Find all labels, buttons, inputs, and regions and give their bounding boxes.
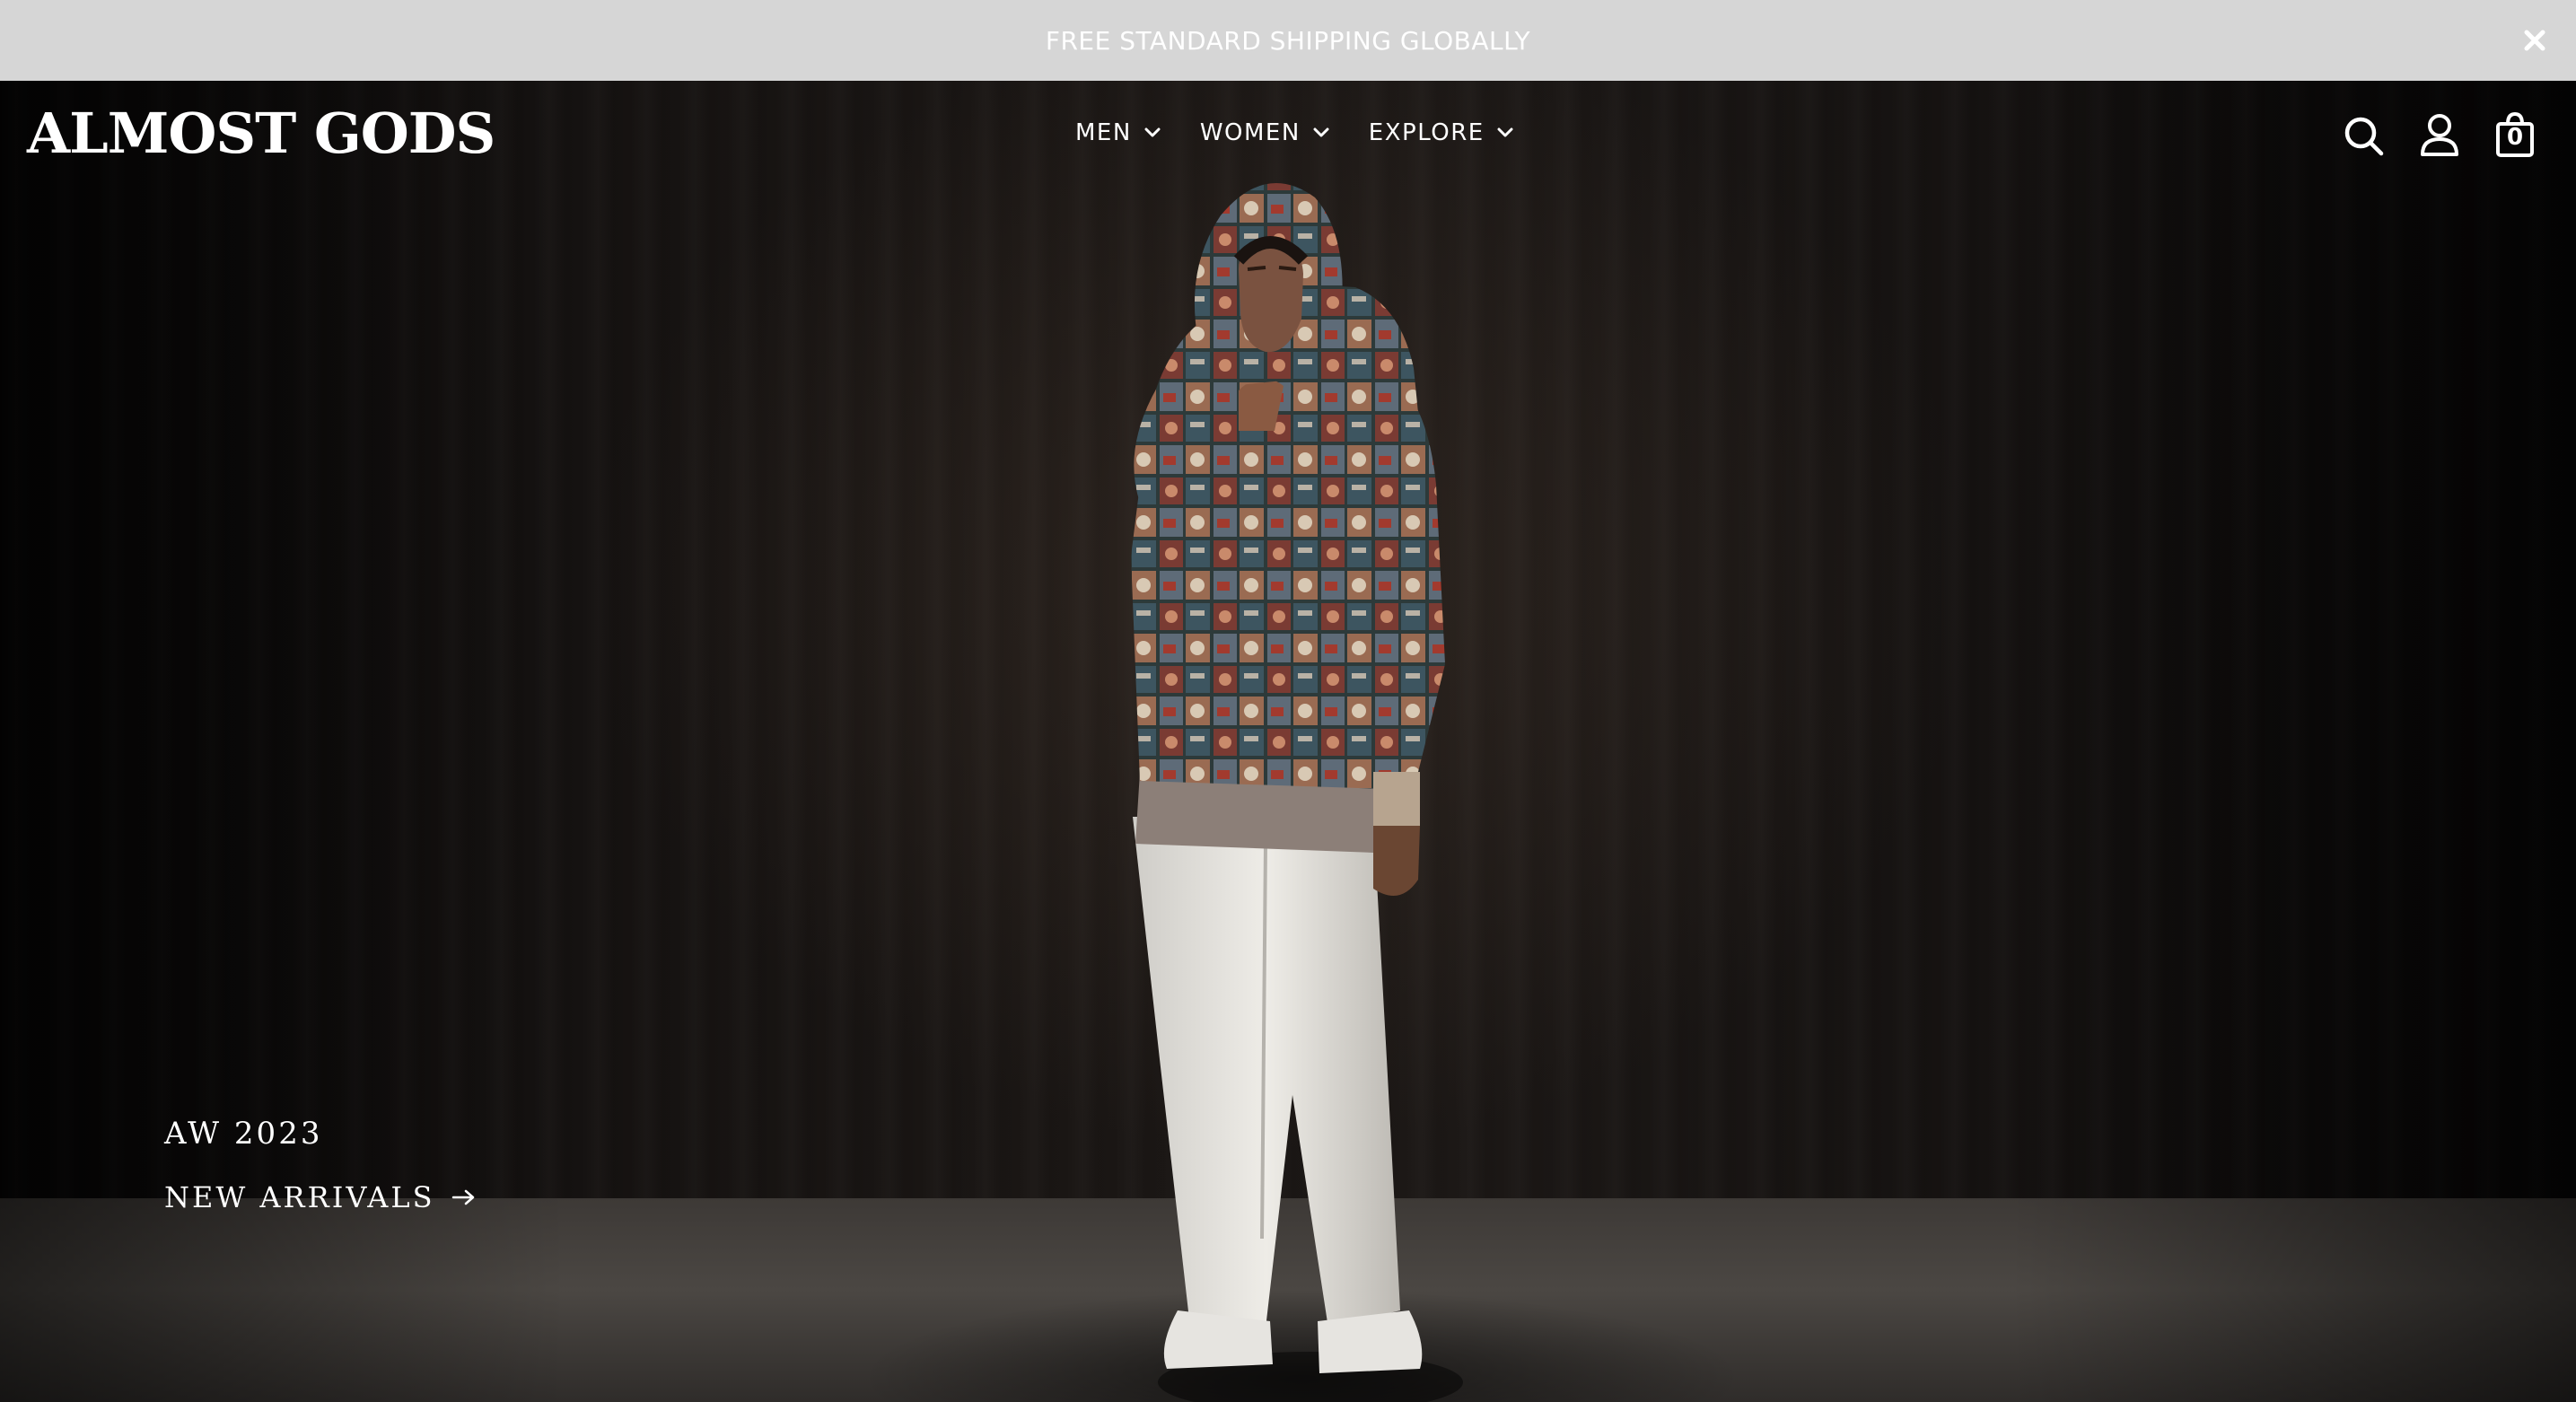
brand-logo[interactable]: ALMOST GODS <box>27 101 495 166</box>
nav-men-label: MEN <box>1075 119 1132 146</box>
chevron-down-icon <box>1313 127 1329 137</box>
site-header: ALMOST GODS MEN WOMEN EXPLORE 0 <box>0 81 2576 188</box>
close-icon[interactable] <box>2517 22 2553 58</box>
main-nav: MEN WOMEN EXPLORE <box>1075 115 1553 151</box>
arrow-right-icon <box>451 1189 474 1205</box>
hero-copy: AW 2023 NEW ARRIVALS <box>164 1116 477 1214</box>
season-label: AW 2023 <box>164 1116 323 1152</box>
nav-explore-label: EXPLORE <box>1368 119 1485 146</box>
nav-women[interactable]: WOMEN <box>1200 115 1329 151</box>
nav-men[interactable]: MEN <box>1075 115 1161 151</box>
header-actions: 0 <box>2343 111 2537 158</box>
new-arrivals-link[interactable]: NEW ARRIVALS <box>164 1180 477 1214</box>
chevron-down-icon <box>1497 127 1513 137</box>
chevron-down-icon <box>1144 127 1161 137</box>
bag-icon[interactable]: 0 <box>2493 111 2537 158</box>
cta-label: NEW ARRIVALS <box>164 1180 435 1214</box>
announcement-text: FREE STANDARD SHIPPING GLOBALLY <box>1045 25 1531 56</box>
cart-count: 0 <box>2506 124 2524 151</box>
announcement-bar: FREE STANDARD SHIPPING GLOBALLY <box>0 0 2576 81</box>
nav-explore[interactable]: EXPLORE <box>1369 115 1513 151</box>
account-icon[interactable] <box>2418 111 2461 158</box>
nav-women-label: WOMEN <box>1199 119 1301 146</box>
search-icon[interactable] <box>2343 111 2386 158</box>
